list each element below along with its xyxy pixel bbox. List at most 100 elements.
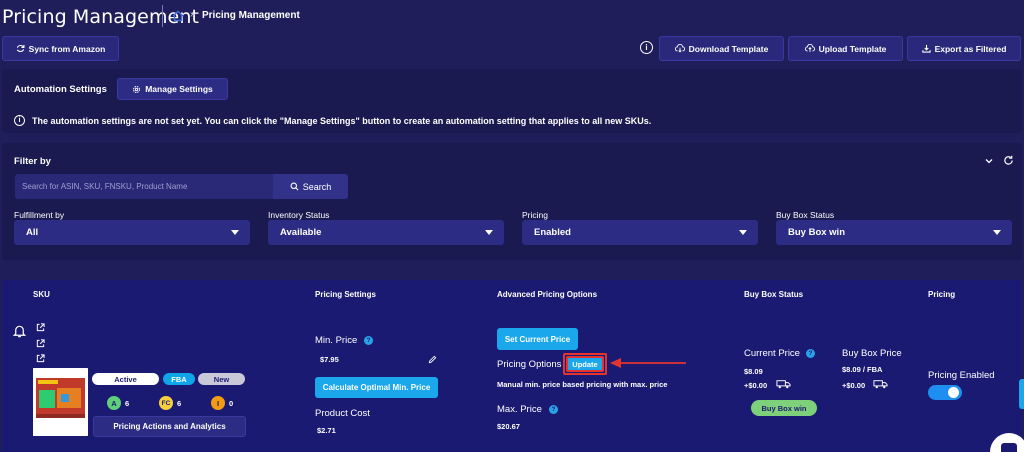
refresh-icon[interactable] <box>1003 155 1014 166</box>
breadcrumb-current: Pricing Management <box>202 10 300 21</box>
buybox-price-value: $8.09 / FBA <box>842 365 883 374</box>
column-header-advanced-pricing: Advanced Pricing Options <box>497 290 598 299</box>
set-current-price-button[interactable]: Set Current Price <box>497 328 578 350</box>
current-price-label: Current Price <box>744 348 800 359</box>
chat-icon <box>1001 443 1017 452</box>
info-icon: i <box>14 115 25 126</box>
sync-from-amazon-button[interactable]: Sync from Amazon <box>2 36 119 61</box>
pricing-enabled-toggle[interactable] <box>928 385 962 400</box>
cloud-download-icon <box>674 44 685 53</box>
page-header: Pricing Management » Pricing Management <box>0 0 1024 34</box>
status-badge-fba: FBA <box>163 373 195 385</box>
external-link-icon[interactable] <box>36 339 45 348</box>
external-link-icon[interactable] <box>36 354 45 363</box>
fulfillment-label: Fulfillment by <box>14 210 65 220</box>
pricing-options-label: Pricing Options <box>497 359 562 370</box>
search-icon <box>290 182 299 191</box>
buybox-price-label: Buy Box Price <box>842 348 902 359</box>
export-label: Export as Filtered <box>934 43 1007 54</box>
bell-icon[interactable] <box>12 323 27 339</box>
fulfillment-value: All <box>26 227 39 238</box>
score-count-i: 0 <box>229 399 234 408</box>
home-icon[interactable] <box>172 10 184 22</box>
breadcrumb-separator: » <box>190 9 196 20</box>
upload-template-button[interactable]: Upload Template <box>788 36 903 61</box>
toggle-knob <box>948 387 959 398</box>
column-header-sku: SKU <box>33 290 50 299</box>
column-header-pricing: Pricing <box>928 290 956 299</box>
product-box-illustration <box>33 368 88 436</box>
sku-table: SKU Pricing Settings Advanced Pricing Op… <box>2 280 1024 452</box>
download-label: Download Template <box>688 43 769 54</box>
side-panel-tab[interactable] <box>1019 379 1024 409</box>
inventory-status-label: Inventory Status <box>268 210 330 220</box>
export-as-filtered-button[interactable]: Export as Filtered <box>907 36 1021 61</box>
pencil-icon[interactable] <box>428 355 437 364</box>
caret-down-icon <box>231 230 239 235</box>
gear-icon <box>133 85 141 93</box>
product-cost-value: $2.71 <box>317 426 336 435</box>
manage-settings-label: Manage Settings <box>145 84 213 94</box>
page-title: Pricing Management <box>2 6 200 28</box>
sync-icon <box>16 44 25 53</box>
fulfillment-select[interactable]: All <box>14 220 250 245</box>
filter-title: Filter by <box>14 156 51 167</box>
download-template-button[interactable]: Download Template <box>659 36 784 61</box>
buybox-shipping-value: +$0.00 <box>842 381 866 390</box>
column-header-pricing-settings: Pricing Settings <box>315 290 376 299</box>
buybox-status-value: Buy Box win <box>788 227 846 238</box>
score-count-fc: 6 <box>177 399 182 408</box>
caret-down-icon <box>739 230 747 235</box>
download-icon <box>921 44 931 53</box>
automation-settings-panel: Automation Settings Manage Settings i Th… <box>2 69 1022 133</box>
automation-settings-label: Automation Settings <box>14 84 107 95</box>
score-badge-a: A <box>107 396 121 410</box>
inventory-status-select[interactable]: Available <box>268 220 504 245</box>
pricing-enabled-label: Pricing Enabled <box>928 370 995 381</box>
pricing-filter-label: Pricing <box>522 210 548 220</box>
max-price-value: $20.67 <box>497 422 520 431</box>
status-badge-active: Active <box>92 373 159 385</box>
buybox-status-label: Buy Box Status <box>776 210 835 220</box>
score-badge-fc: FC <box>159 396 173 410</box>
help-icon[interactable]: ? <box>364 336 373 345</box>
help-icon[interactable]: ? <box>549 405 558 414</box>
info-icon[interactable]: i <box>640 41 653 54</box>
search-label: Search <box>302 181 332 192</box>
pricing-filter-select[interactable]: Enabled <box>522 220 758 245</box>
calculate-min-price-button[interactable]: Calculate Optimal Min. Price <box>315 377 438 398</box>
help-icon[interactable]: ? <box>806 349 815 358</box>
manage-settings-button[interactable]: Manage Settings <box>117 78 228 100</box>
status-badge-new: New <box>198 373 245 385</box>
caret-down-icon <box>993 230 1001 235</box>
truck-icon <box>776 380 791 389</box>
buybox-status-select[interactable]: Buy Box win <box>776 220 1012 245</box>
arrow-left-icon <box>610 358 686 368</box>
min-price-label: Min. Price <box>315 335 358 346</box>
search-input[interactable] <box>15 174 273 199</box>
update-pricing-options-button[interactable]: Update <box>566 356 604 372</box>
search-button[interactable]: Search <box>273 174 348 199</box>
truck-icon <box>873 380 888 389</box>
cloud-upload-icon <box>804 44 815 52</box>
current-shipping-value: +$0.00 <box>744 381 768 390</box>
pricing-actions-button[interactable]: Pricing Actions and Analytics <box>93 416 246 437</box>
current-price-value: $8.09 <box>744 367 763 376</box>
caret-down-icon <box>485 230 493 235</box>
pricing-filter-value: Enabled <box>534 227 571 238</box>
column-header-buybox-status: Buy Box Status <box>744 290 804 299</box>
inventory-status-value: Available <box>280 227 322 238</box>
automation-notice: The automation settings are not set yet.… <box>32 116 652 126</box>
title-divider <box>162 5 163 27</box>
filter-panel: Filter by Search Fulfillment by All Inve… <box>2 143 1022 260</box>
score-badge-i: I <box>211 396 225 410</box>
min-price-value[interactable]: $7.95 <box>320 355 339 364</box>
upload-label: Upload Template <box>818 43 887 54</box>
chevron-down-icon[interactable] <box>984 156 994 166</box>
buybox-win-badge: Buy Box win <box>751 400 817 416</box>
sync-label: Sync from Amazon <box>28 43 106 54</box>
external-link-icon[interactable] <box>36 323 45 332</box>
max-price-label: Max. Price <box>497 404 542 415</box>
score-count-a: 6 <box>125 399 130 408</box>
product-image[interactable] <box>33 368 88 436</box>
